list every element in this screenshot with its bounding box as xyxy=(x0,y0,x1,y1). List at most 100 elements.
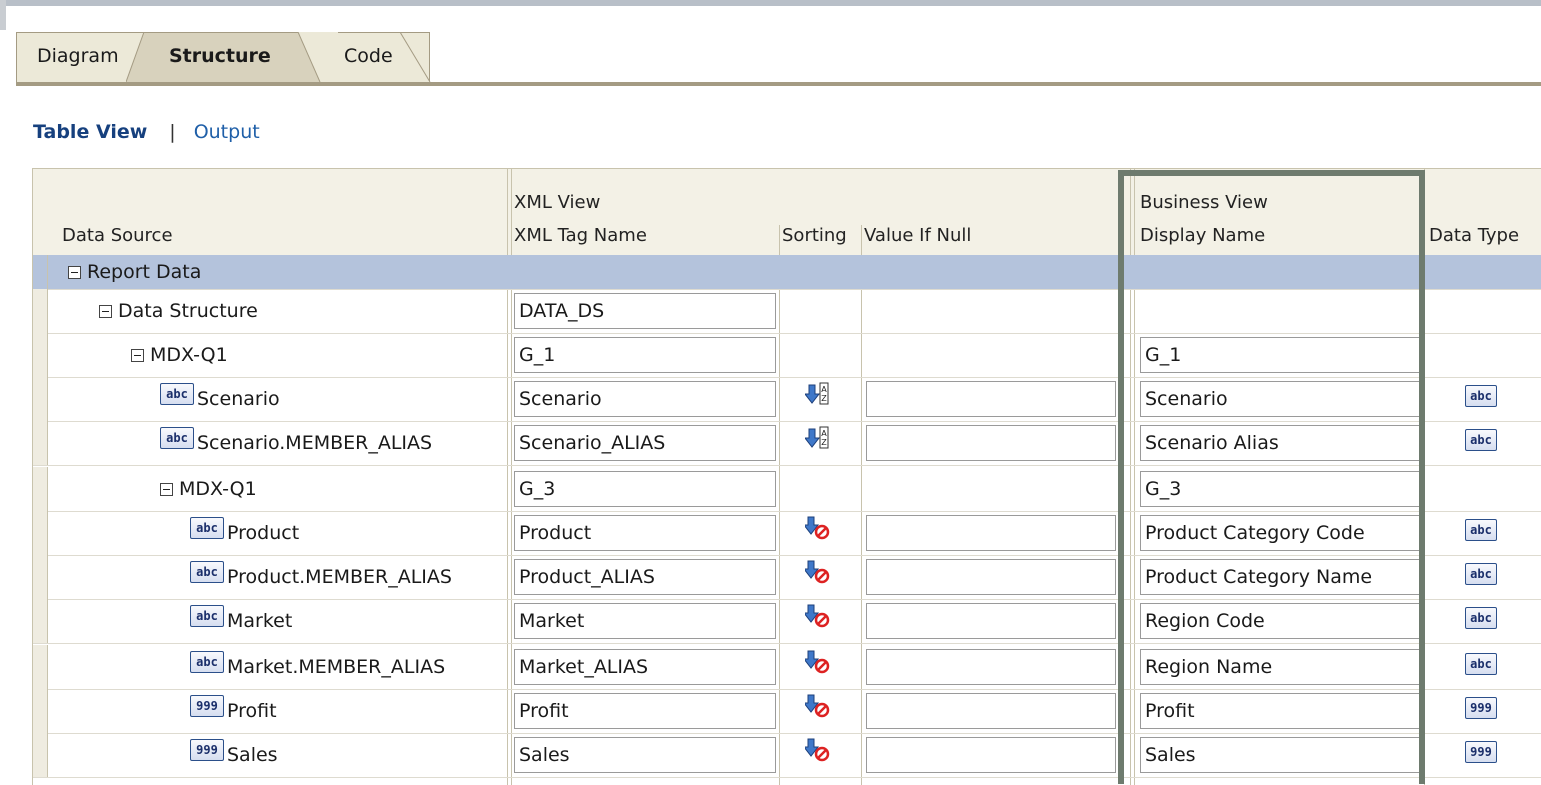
row-handle[interactable] xyxy=(33,645,48,689)
xml-tag-name-field[interactable]: DATA_DS xyxy=(514,293,776,329)
xml-tag-name-field[interactable]: Scenario xyxy=(514,381,776,417)
col-sorting[interactable]: Sorting xyxy=(782,225,847,246)
xml-tag-name-field[interactable]: G_1 xyxy=(514,337,776,373)
col-display-name[interactable]: Display Name xyxy=(1140,225,1265,246)
data-source-label: Scenario.MEMBER_ALIAS xyxy=(197,432,433,454)
collapse-icon[interactable] xyxy=(68,265,81,279)
row-handle[interactable] xyxy=(33,333,48,377)
row-handle[interactable] xyxy=(33,255,48,289)
no-sort-icon[interactable] xyxy=(805,649,831,675)
data-source-label: Product.MEMBER_ALIAS xyxy=(227,566,452,588)
table-row[interactable]: 999 Sales Sales Sales 999 xyxy=(33,733,1541,778)
xml-tag-name-field[interactable]: Profit xyxy=(514,693,776,729)
row-handle[interactable] xyxy=(33,555,48,599)
xml-tag-name-field[interactable]: G_3 xyxy=(514,471,776,507)
col-xml-tag-name[interactable]: XML Tag Name xyxy=(514,225,647,246)
data-source-cell: Data Structure xyxy=(99,289,258,333)
row-handle[interactable] xyxy=(33,511,48,555)
no-sort-icon[interactable] xyxy=(805,559,831,585)
value-if-null-field[interactable] xyxy=(866,693,1116,729)
table-row[interactable]: Data Structure DATA_DS xyxy=(33,289,1541,334)
table-row[interactable]: abc Scenario Scenario Scenario A Zabc xyxy=(33,377,1541,422)
table-row[interactable]: abc Market.MEMBER_ALIAS Market_ALIAS Region… xyxy=(33,645,1541,690)
value-if-null-field[interactable] xyxy=(866,737,1116,773)
display-name-field[interactable]: Scenario Alias xyxy=(1140,425,1420,461)
data-source-label: Market xyxy=(227,610,293,632)
sort-ascending-icon[interactable]: AZ xyxy=(805,425,831,451)
data-source-label: MDX-Q1 xyxy=(179,478,257,500)
table-row[interactable]: abc Product.MEMBER_ALIAS Product_ALIAS Prod… xyxy=(33,555,1541,600)
xml-tag-name-field[interactable]: Product xyxy=(514,515,776,551)
display-name-field[interactable]: Product Category Code xyxy=(1140,515,1420,551)
no-sort-icon[interactable] xyxy=(805,737,831,763)
col-value-if-null[interactable]: Value If Null xyxy=(864,225,971,246)
row-handle[interactable] xyxy=(33,289,48,333)
table-row[interactable]: MDX-Q1 G_3 G_3 xyxy=(33,467,1541,512)
window-top-border xyxy=(0,0,1541,6)
tab-code-label: Code xyxy=(344,45,393,67)
table-row[interactable]: MDX-Q1 G_1 G_1 xyxy=(33,333,1541,378)
display-name-field[interactable]: Scenario xyxy=(1140,381,1420,417)
xml-tag-name-field[interactable]: Sales xyxy=(514,737,776,773)
tab-divider xyxy=(298,32,338,82)
row-handle[interactable] xyxy=(33,467,48,511)
data-source-cell: 999 Sales xyxy=(190,733,278,777)
data-source-cell: MDX-Q1 xyxy=(131,333,228,377)
data-source-cell: abc Market.MEMBER_ALIAS xyxy=(190,645,445,689)
collapse-icon[interactable] xyxy=(160,482,173,496)
no-sort-icon[interactable] xyxy=(805,693,831,719)
xml-tag-name-field[interactable]: Scenario_ALIAS xyxy=(514,425,776,461)
display-name-field[interactable]: G_1 xyxy=(1140,337,1420,373)
tab-structure[interactable]: Structure xyxy=(144,32,316,82)
value-if-null-field[interactable] xyxy=(866,425,1116,461)
collapse-icon[interactable] xyxy=(131,348,144,362)
table-view-link[interactable]: Table View xyxy=(33,121,147,143)
row-handle[interactable] xyxy=(33,689,48,733)
data-source-label: Data Structure xyxy=(118,300,258,322)
display-name-field[interactable]: Region Name xyxy=(1140,649,1420,685)
value-if-null-field[interactable] xyxy=(866,603,1116,639)
value-if-null-field[interactable] xyxy=(866,381,1116,417)
data-source-label: Report Data xyxy=(87,261,202,283)
display-name-field[interactable]: G_3 xyxy=(1140,471,1420,507)
table-row[interactable]: abc Product Product Product Category Code ab… xyxy=(33,511,1541,556)
xml-tag-name-field[interactable]: Market xyxy=(514,603,776,639)
tab-divider xyxy=(126,32,166,82)
table-header: Data Source XML View XML Tag Name Sortin… xyxy=(33,169,1541,256)
view-separator: | xyxy=(169,121,176,143)
text-type-icon: abc xyxy=(1465,519,1497,541)
table-row[interactable]: abc Market Market Region Code abc xyxy=(33,599,1541,644)
tab-bar-rule xyxy=(16,82,1541,86)
xml-tag-name-field[interactable]: Market_ALIAS xyxy=(514,649,776,685)
table-row[interactable]: 999 Profit Profit Profit 999 xyxy=(33,689,1541,734)
row-handle[interactable] xyxy=(33,733,48,777)
col-data-type[interactable]: Data Type xyxy=(1429,225,1519,246)
no-sort-icon[interactable] xyxy=(805,515,831,541)
data-source-label: Scenario xyxy=(197,388,280,410)
svg-text:A: A xyxy=(821,429,827,438)
col-data-source[interactable]: Data Source xyxy=(62,225,173,246)
display-name-field[interactable]: Product Category Name xyxy=(1140,559,1420,595)
output-link[interactable]: Output xyxy=(194,121,260,143)
text-type-icon: abc xyxy=(1465,429,1497,451)
value-if-null-field[interactable] xyxy=(866,559,1116,595)
display-name-field[interactable]: Profit xyxy=(1140,693,1420,729)
table-row[interactable]: Report Data xyxy=(33,255,1541,290)
xml-tag-name-field[interactable]: Product_ALIAS xyxy=(514,559,776,595)
table-row[interactable]: abc Scenario.MEMBER_ALIAS Scenario_ALIAS Sc… xyxy=(33,421,1541,466)
tab-diagram-label: Diagram xyxy=(37,45,119,67)
row-handle[interactable] xyxy=(33,377,48,421)
data-source-label: Product xyxy=(227,522,300,544)
display-name-field[interactable]: Sales xyxy=(1140,737,1420,773)
value-if-null-field[interactable] xyxy=(866,515,1116,551)
no-sort-icon[interactable] xyxy=(805,603,831,629)
data-source-cell: abc Product xyxy=(190,511,299,555)
text-type-icon: abc xyxy=(1465,385,1497,407)
display-name-field[interactable]: Region Code xyxy=(1140,603,1420,639)
sort-ascending-icon[interactable]: AZ xyxy=(805,381,831,407)
group-xml-view: XML View xyxy=(514,192,601,213)
row-handle[interactable] xyxy=(33,599,48,643)
value-if-null-field[interactable] xyxy=(866,649,1116,685)
row-handle[interactable] xyxy=(33,421,48,465)
collapse-icon[interactable] xyxy=(99,304,112,318)
